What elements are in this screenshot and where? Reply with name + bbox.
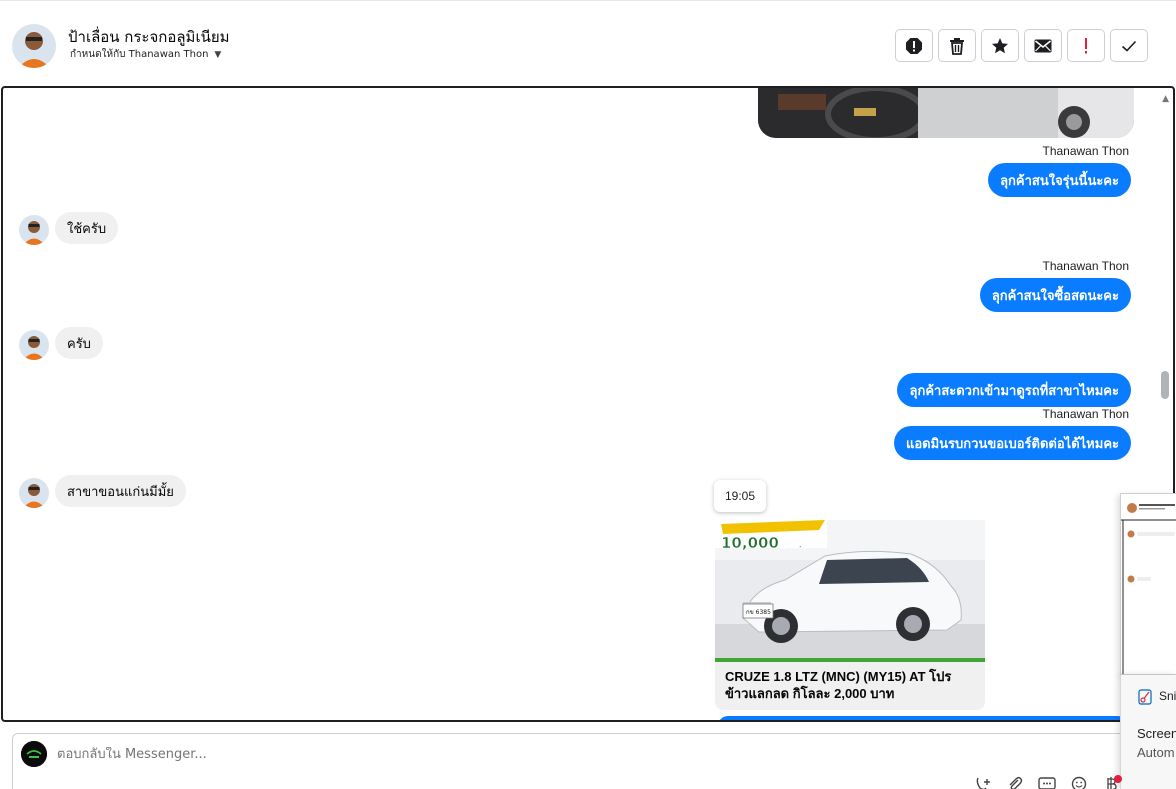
important-button[interactable] [1067,29,1105,62]
mark-spam-button[interactable] [895,29,933,62]
incoming-message[interactable]: สาขาขอนแก่นมีมั้ย [55,475,186,507]
product-card[interactable]: 10,000บาท กข 6385 CRUZE 1.8 LTZ (MNC) (M… [715,520,985,710]
incoming-message[interactable]: ใช้ครับ [55,212,119,244]
inbox-page: ป้าเลื่อน กระจกอลูมิเนียม กำหนดให้กับ Th… [0,0,1176,789]
assignee-label: กำหนดให้กับ Thanawan Thon [70,49,209,60]
saved-reply-icon[interactable] [1037,776,1057,789]
car-interior-photo[interactable] [758,88,1134,138]
product-title-line-1: CRUZE 1.8 LTZ (MNC) (MY15) AT โปร [725,669,952,684]
emoji-icon[interactable] [1069,776,1089,789]
caret-down-icon: ▼ [214,49,222,60]
snip-message-line-1: Screen [1137,726,1176,741]
exclamation-icon [1085,37,1087,53]
star-icon [992,37,1008,53]
license-plate: กข 6385 [746,609,771,616]
scissors-icon [1138,689,1152,705]
message-timestamp-tooltip: 19:05 [714,480,766,512]
conversation-header: ป้าเลื่อน กระจกอลูมิเนียม กำหนดให้กับ Th… [0,0,1176,86]
composer-toolbar [973,776,1121,789]
snipping-tool-notification[interactable]: Sni Screen Autom [1120,675,1176,789]
delete-button[interactable] [938,29,976,62]
outgoing-message[interactable]: ลุกค้าสนใจรุ่นนี้นะคะ [988,163,1131,197]
outgoing-message[interactable]: แอดมินรบกวนขอเบอร์ติดต่อได้ไหมคะ [893,426,1131,460]
promo-banner-text: 10,000บาท [721,534,807,552]
contact-name: ป้าเลื่อน กระจกอลูมิเนียม [68,28,230,46]
paperclip-icon[interactable] [1005,776,1025,789]
mark-unread-button[interactable] [1024,29,1062,62]
add-contact-icon[interactable] [973,776,993,789]
reply-composer [12,733,1132,789]
conversation-toolbar [895,29,1148,62]
scrollbar-thumb[interactable] [1161,371,1169,399]
reply-input[interactable] [57,747,957,762]
sender-name: Thanawan Thon [1042,144,1129,158]
checkmark-icon [1121,40,1137,52]
conversation-thread[interactable]: Thanawan Thon ลุกค้าสนใจรุ่นนี้นะคะ ใช้ค… [1,86,1175,722]
incoming-message[interactable]: ครับ [55,327,103,359]
page-avatar [21,741,47,767]
assignee-selector[interactable]: กำหนดให้กับ Thanawan Thon ▼ [70,47,221,62]
outgoing-message[interactable]: ลุกค้าสนใจซื้อสดนะคะ [979,278,1131,312]
screenshot-preview-thumbnail[interactable] [1120,493,1176,675]
notification-dot [1114,775,1122,783]
contact-avatar-small [19,330,49,360]
outgoing-message[interactable]: ลุกค้าสะดวกเข้ามาดูรถที่สาขาไหมคะ [897,373,1131,407]
trash-icon [950,37,964,55]
snip-message-line-2: Autom [1137,745,1175,760]
product-title-line-2: ข้าวแลกลด กิโลละ 2,000 บาท [725,686,895,701]
envelope-icon [1034,39,1052,52]
outgoing-message-partial[interactable] [718,716,1128,720]
contact-avatar[interactable] [12,24,56,68]
alert-octagon-icon [906,37,922,54]
contact-avatar-small [19,215,49,245]
car-product-photo: 10,000บาท กข 6385 [715,520,985,662]
product-title: CRUZE 1.8 LTZ (MNC) (MY15) AT โปร ข้าวแล… [715,662,985,708]
snip-app-name: Sni [1159,689,1176,703]
contact-avatar-small [19,478,49,508]
mark-done-button[interactable] [1110,29,1148,62]
star-button[interactable] [981,29,1019,62]
sender-name: Thanawan Thon [1042,407,1129,421]
sender-name: Thanawan Thon [1042,259,1129,273]
scroll-up-arrow-icon[interactable]: ▲ [1162,94,1169,104]
